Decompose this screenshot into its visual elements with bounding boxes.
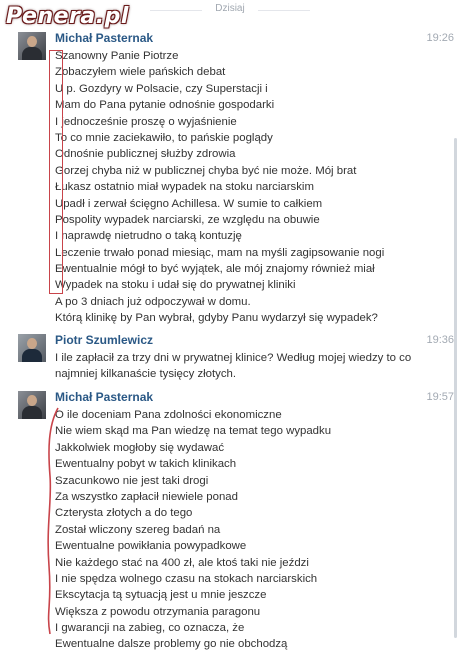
message-line: Został wliczony szereg badań na [55,523,221,536]
message-line: Ewentualne powikłania powypadkowe [55,540,247,553]
message-line: Którą klinikę by Pan wybrał, gdyby Panu … [55,312,378,325]
message-line: Ewentualne dalsze problemy go nie obchod… [55,638,288,651]
watermark-logo: Penera.pl [6,4,129,29]
message-line: Nie wiem skąd ma Pan wiedzę na temat teg… [55,425,332,438]
message-text: I ile zapłacił za trzy dni w prywatnej k… [55,352,412,381]
message-line: Zobaczyłem wiele pańskich debat [55,66,226,79]
message-line: Leczenie trwało ponad miesiąc, mam na my… [55,246,385,259]
sender-name[interactable]: Piotr Szumlewicz [55,333,153,347]
message-line: O ile doceniam Pana zdolności ekonomiczn… [55,409,282,421]
message-line: Większa z powodu otrzymania paragonu [55,605,261,618]
message-line: Czterysta złotych a do tego [55,507,193,520]
sender-name[interactable]: Michał Pasternak [55,31,153,45]
message-line: I nie spędza wolnego czasu na stokach na… [55,572,318,585]
message-line: Nie każdego stać na 400 zł, ale ktoś tak… [55,556,309,569]
message-line: Ewentualny pobyt w takich klinikach [55,458,237,471]
message-line: Za wszystko zapłacił niewiele ponad [55,490,238,503]
message-line: Jakkolwiek mogłoby się wydawać [55,441,225,454]
message-line: Upadł i zerwał ścięgno Achillesa. W sumi… [55,197,323,210]
message-lines: O ile doceniam Pana zdolności ekonomiczn… [55,407,331,653]
message-line: I gwarancji na zabieg, co oznacza, że [55,622,245,635]
message-line: Ewentualnie mógł to być wyjątek, ale mój… [55,263,375,276]
message-time: 19:57 [426,391,454,403]
avatar[interactable] [18,32,46,60]
scrollbar[interactable] [454,138,457,638]
sender-name[interactable]: Michał Pasternak [55,390,153,404]
message-line: Odnośnie publicznej służby zdrowia [55,148,236,161]
message-line: U p. Gozdyry w Polsacie, czy Superstacji… [55,82,268,95]
message-line: A po 3 dniach już odpoczywał w domu. [55,295,251,308]
message-line: I naprawdę nietrudno o taką kontuzję [55,230,242,243]
message-line: Gorzej chyba niż w publicznej chyba być … [55,164,357,177]
message-line: Mam do Pana pytanie odnośnie gospodarki [55,99,275,112]
message-line: Ekscytacja tą sytuacją jest u mnie jeszc… [55,589,267,602]
message-line: I jednocześnie proszę o wyjaśnienie [55,115,237,128]
message-time: 19:26 [426,32,454,44]
message-line: Szacunkowo nie jest taki drogi [55,474,209,487]
message-time: 19:36 [426,334,454,346]
acrostic-highlight-curve [47,407,59,635]
message-line: Pospolity wypadek narciarski, ze względu… [55,213,320,226]
message-line: To co mnie zaciekawiło, to pańskie poglą… [55,131,273,144]
message-line: Łukasz ostatnio miał wypadek na stoku na… [55,181,314,194]
message-lines: Szanowny Panie Piotrze Zobaczyłem wiele … [55,48,384,327]
avatar[interactable] [18,334,46,362]
acrostic-highlight-box [49,50,63,294]
message-line: Szanowny Panie Piotrze [55,50,179,62]
separator-line-right [258,10,310,11]
message-line: Wypadek na stoku i udał się do prywatnej… [55,279,296,292]
